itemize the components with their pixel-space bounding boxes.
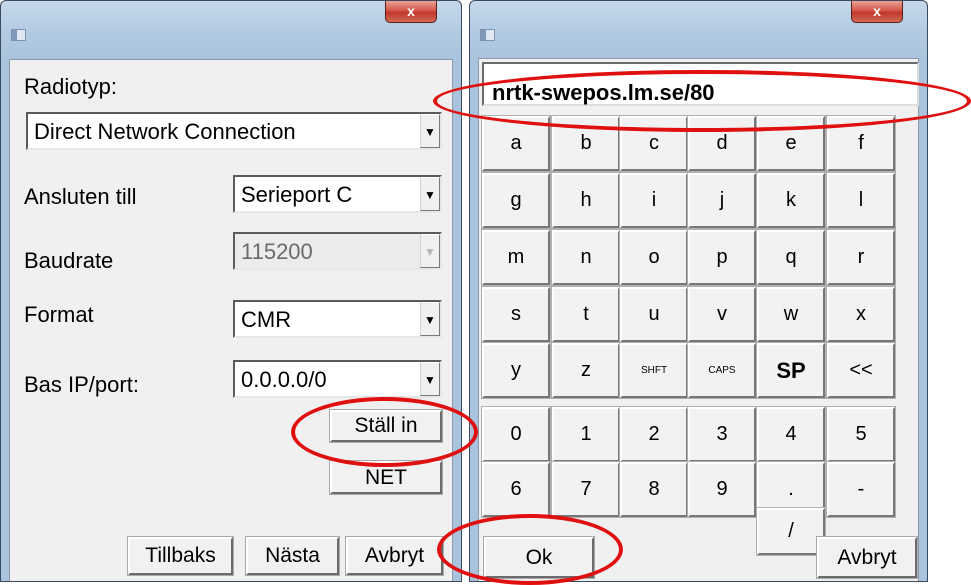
key-q[interactable]: q [756,229,826,286]
key-i[interactable]: i [619,172,689,229]
base-ip-port-label: Bas IP/port: [24,372,139,397]
chevron-down-icon[interactable]: ▼ [420,362,440,396]
key-backspace[interactable]: << [826,342,896,399]
chevron-down-icon[interactable]: ▼ [420,114,440,148]
right-close-button[interactable]: x [851,1,903,23]
key-v[interactable]: v [687,286,757,343]
key-r[interactable]: r [826,229,896,286]
key-sp[interactable]: SP [756,342,826,399]
base-ip-port-value: 0.0.0.0/0 [241,367,327,392]
annotation-ellipse-setup [291,397,478,467]
chevron-down-icon[interactable]: ▼ [420,302,440,336]
baudrate-dropdown: 115200 ▼ [233,232,442,270]
key-t[interactable]: t [551,286,621,343]
right-title-bar: x [470,1,927,51]
left-title-bar: x [1,1,461,51]
key-caps[interactable]: CAPS [687,342,757,399]
key-3[interactable]: 3 [687,406,757,463]
key-h[interactable]: h [551,172,621,229]
key-y[interactable]: y [481,342,551,399]
key-6[interactable]: 6 [481,461,551,518]
connected-to-label: Ansluten till [24,184,137,209]
key-l[interactable]: l [826,172,896,229]
key-7[interactable]: 7 [551,461,621,518]
chevron-down-icon[interactable]: ▼ [420,177,440,211]
key-k[interactable]: k [756,172,826,229]
key-dash[interactable]: - [826,461,896,518]
cancel-button[interactable]: Avbryt [345,536,444,576]
left-close-button[interactable]: x [385,1,437,23]
app-icon [11,29,26,41]
radio-type-dropdown[interactable]: Direct Network Connection ▼ [26,112,442,150]
key-g[interactable]: g [481,172,551,229]
format-label: Format [24,302,94,327]
address-input-value: nrtk-swepos.lm.se/80 [492,80,715,105]
left-dialog-window: x Radiotyp: Direct Network Connection ▼ … [0,0,462,582]
key-u[interactable]: u [619,286,689,343]
key-shft[interactable]: SHFT [619,342,689,399]
key-5[interactable]: 5 [826,406,896,463]
key-w[interactable]: w [756,286,826,343]
key-2[interactable]: 2 [619,406,689,463]
key-o[interactable]: o [619,229,689,286]
left-client-area: Radiotyp: Direct Network Connection ▼ An… [9,59,453,581]
connected-to-value: Serieport C [241,182,353,207]
keyboard-client-area: a b c d e f g h i j k l m n o p q r s t u v w x y z SHFT CAPS SP << 0 1… [478,58,919,581]
key-s[interactable]: s [481,286,551,343]
key-m[interactable]: m [481,229,551,286]
radio-type-label: Radiotyp: [24,74,117,99]
key-0[interactable]: 0 [481,406,551,463]
app-icon [480,29,495,41]
key-j[interactable]: j [687,172,757,229]
key-4[interactable]: 4 [756,406,826,463]
baudrate-label: Baudrate [24,248,114,273]
connected-to-dropdown[interactable]: Serieport C ▼ [233,175,442,213]
base-ip-port-dropdown[interactable]: 0.0.0.0/0 ▼ [233,360,442,398]
key-slash[interactable]: / [756,507,826,556]
annotation-ellipse-ok [437,514,623,585]
key-x[interactable]: x [826,286,896,343]
key-z[interactable]: z [551,342,621,399]
key-1[interactable]: 1 [551,406,621,463]
key-p[interactable]: p [687,229,757,286]
format-dropdown[interactable]: CMR ▼ [233,300,442,338]
key-9[interactable]: 9 [687,461,757,518]
key-n[interactable]: n [551,229,621,286]
radio-type-value: Direct Network Connection [34,119,296,144]
keyboard-cancel-button[interactable]: Avbryt [816,536,918,579]
baudrate-value: 115200 [241,239,313,264]
key-8[interactable]: 8 [619,461,689,518]
back-button[interactable]: Tillbaks [127,536,234,576]
next-button[interactable]: Nästa [245,536,340,576]
format-value: CMR [241,307,292,332]
chevron-down-icon: ▼ [420,234,440,268]
